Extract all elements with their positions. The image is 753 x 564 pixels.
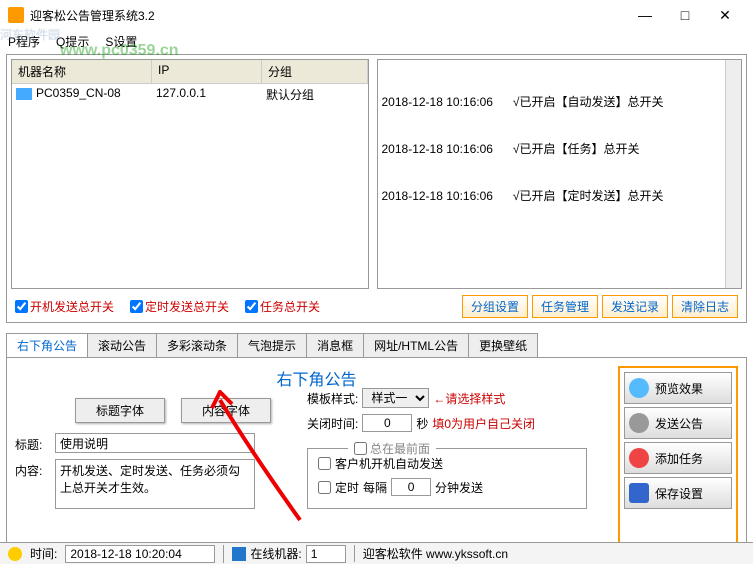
app-icon xyxy=(8,7,24,23)
send-button[interactable]: 发送公告 xyxy=(624,407,732,439)
title-font-button[interactable]: 标题字体 xyxy=(75,398,165,423)
status-time xyxy=(65,545,215,563)
statusbar: 时间: 在线机器: 迎客松软件 www.ykssoft.cn xyxy=(0,542,753,564)
tab-scroll[interactable]: 滚动公告 xyxy=(87,333,157,357)
content-textarea[interactable]: 开机发送、定时发送、任务必须勾上总开关才生效。 xyxy=(55,459,255,509)
scrollbar[interactable] xyxy=(725,60,741,288)
tab-msgbox[interactable]: 消息框 xyxy=(306,333,364,357)
log-line: 2018-12-18 10:16:06 √已开启【定时发送】总开关 xyxy=(382,189,738,205)
close-time-input[interactable] xyxy=(362,414,412,432)
autosend-check[interactable] xyxy=(318,457,331,470)
check-timer[interactable]: 定时发送总开关 xyxy=(130,298,229,315)
machine-list[interactable]: 机器名称 IP 分组 PC0359_CN-08 127.0.0.1 默认分组 xyxy=(11,59,369,289)
tab-color-scroll[interactable]: 多彩滚动条 xyxy=(156,333,238,357)
speaker-icon xyxy=(629,413,649,433)
titlebar: 迎客松公告管理系统3.2 — □ ✕ xyxy=(0,0,753,30)
preview-button[interactable]: 预览效果 xyxy=(624,372,732,404)
timer-check[interactable] xyxy=(318,481,331,494)
tab-wallpaper[interactable]: 更换壁纸 xyxy=(468,333,538,357)
form-heading: 右下角公告 xyxy=(15,366,618,390)
title-label: 标题: xyxy=(15,433,55,453)
close-hint: 填0为用户自己关闭 xyxy=(432,415,535,432)
save-button[interactable]: 保存设置 xyxy=(624,477,732,509)
topmost-check[interactable] xyxy=(354,442,367,455)
maximize-button[interactable]: □ xyxy=(665,1,705,29)
status-online xyxy=(306,545,346,563)
tabs: 右下角公告 滚动公告 多彩滚动条 气泡提示 消息框 网址/HTML公告 更换壁纸 xyxy=(6,333,747,357)
status-company: 迎客松软件 www.ykssoft.cn xyxy=(354,545,508,562)
menu-tip[interactable]: Q提示 xyxy=(56,33,89,50)
table-row[interactable]: PC0359_CN-08 127.0.0.1 默认分组 xyxy=(12,84,368,105)
tab-html[interactable]: 网址/HTML公告 xyxy=(363,333,469,357)
task-manage-button[interactable]: 任务管理 xyxy=(532,295,598,318)
template-label: 模板样式: xyxy=(307,390,358,407)
template-hint: ←请选择样式 xyxy=(433,390,505,407)
check-task[interactable]: 任务总开关 xyxy=(245,298,320,315)
close-button[interactable]: ✕ xyxy=(705,1,745,29)
check-boot[interactable]: 开机发送总开关 xyxy=(15,298,114,315)
window-title: 迎客松公告管理系统3.2 xyxy=(30,7,625,24)
monitor-icon xyxy=(232,547,246,561)
content-label: 内容: xyxy=(15,459,55,479)
template-select[interactable]: 样式一 xyxy=(362,388,429,408)
send-record-button[interactable]: 发送记录 xyxy=(602,295,668,318)
clock-icon xyxy=(629,448,649,468)
machine-header: 机器名称 IP 分组 xyxy=(12,60,368,84)
menu-settings[interactable]: S设置 xyxy=(105,33,137,50)
log-panel[interactable]: 2018-12-18 10:16:06 √已开启【自动发送】总开关 2018-1… xyxy=(377,59,743,289)
clear-log-button[interactable]: 清除日志 xyxy=(672,295,738,318)
content-font-button[interactable]: 内容字体 xyxy=(181,398,271,423)
log-line: 2018-12-18 10:16:06 √已开启【任务】总开关 xyxy=(382,142,738,158)
menu-program[interactable]: P程序 xyxy=(8,33,40,50)
tab-corner[interactable]: 右下角公告 xyxy=(6,333,88,357)
log-line: 2018-12-18 10:16:06 √已开启【自动发送】总开关 xyxy=(382,95,738,111)
timer-interval-input[interactable] xyxy=(391,478,431,496)
menubar: P程序 Q提示 S设置 xyxy=(0,30,753,52)
title-input[interactable] xyxy=(55,433,255,453)
add-task-button[interactable]: 添加任务 xyxy=(624,442,732,474)
magnifier-icon xyxy=(629,378,649,398)
clock-status-icon xyxy=(8,547,22,561)
close-label: 关闭时间: xyxy=(307,415,358,432)
minimize-button[interactable]: — xyxy=(625,1,665,29)
computer-icon xyxy=(16,88,32,100)
disk-icon xyxy=(629,483,649,503)
tab-bubble[interactable]: 气泡提示 xyxy=(237,333,307,357)
group-settings-button[interactable]: 分组设置 xyxy=(462,295,528,318)
